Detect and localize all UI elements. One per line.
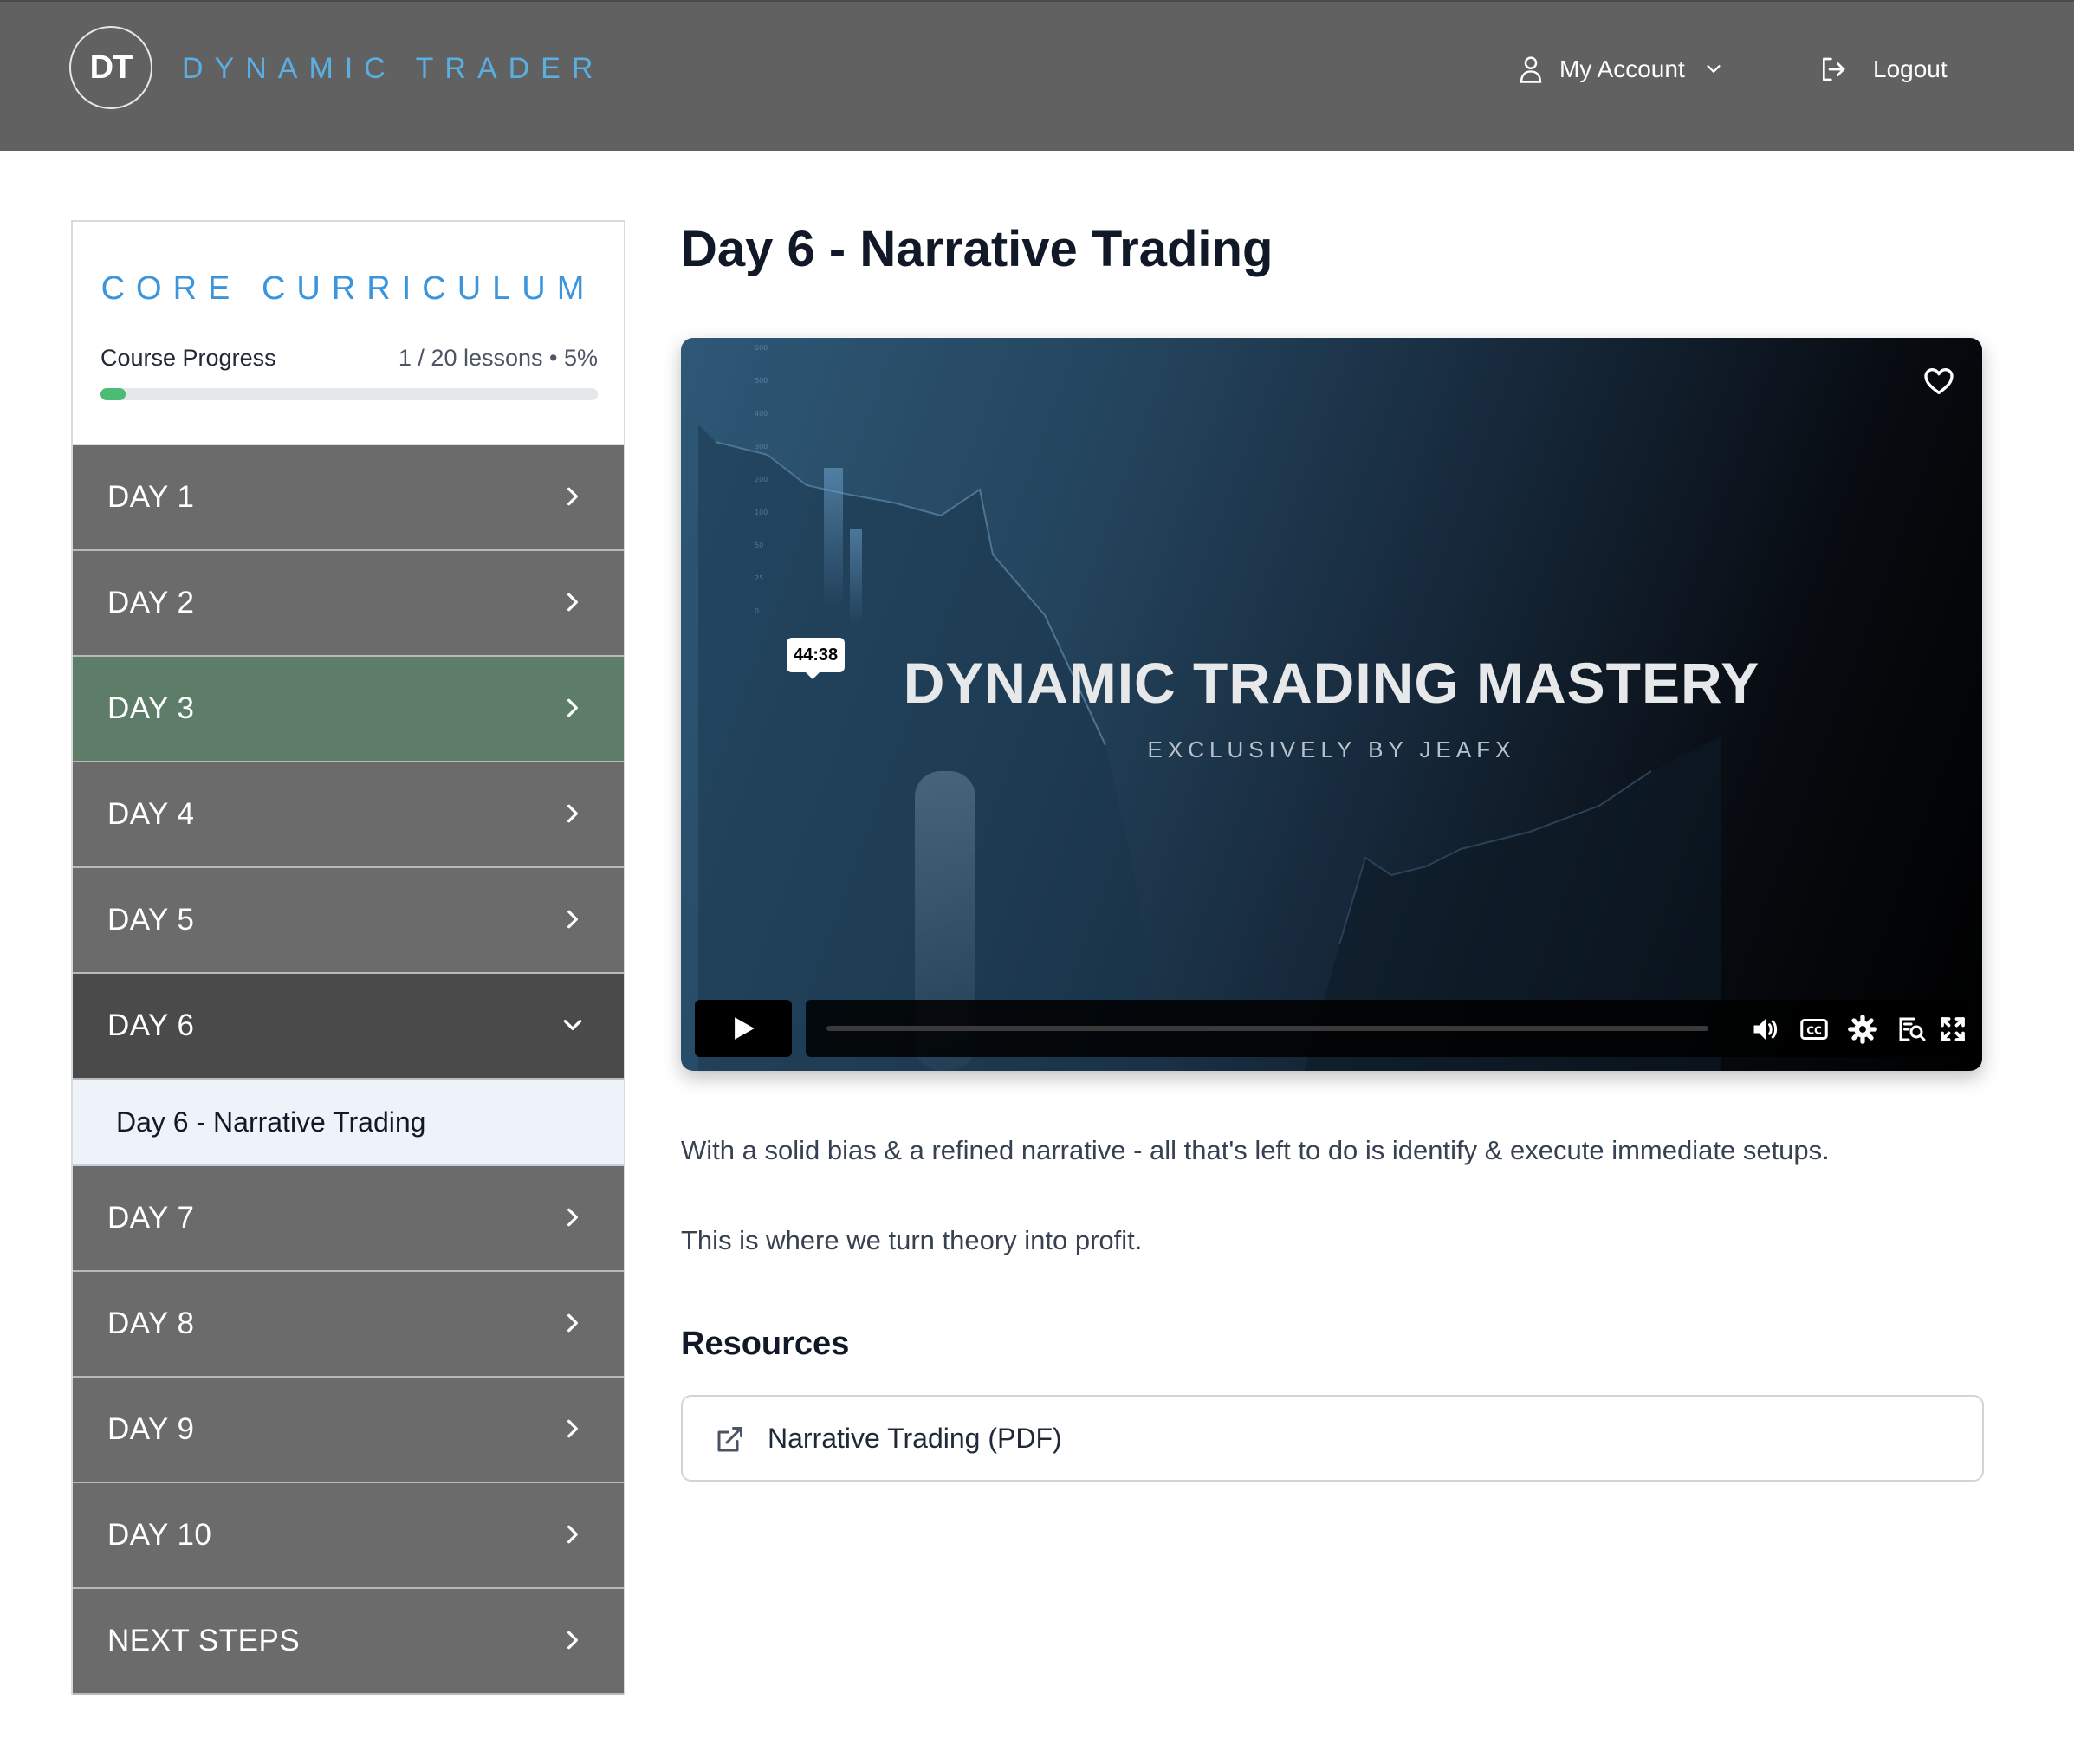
course-progress-label: Course Progress <box>100 345 276 371</box>
brand-name[interactable]: DYNAMIC TRADER <box>182 52 604 86</box>
day-label: NEXT STEPS <box>107 1624 301 1657</box>
sidebar-header: CORE CURRICULUM Course Progress 1 / 20 l… <box>73 222 624 445</box>
chevron-down-icon <box>1707 65 1721 73</box>
day-label: DAY 8 <box>107 1307 195 1340</box>
sidebar-item-day-7[interactable]: DAY 7 <box>73 1166 624 1272</box>
video-title: DYNAMIC TRADING MASTERY <box>903 651 1760 715</box>
svg-text:600: 600 <box>755 344 768 352</box>
curriculum-title: CORE CURRICULUM <box>100 270 596 307</box>
page-title: Day 6 - Narrative Trading <box>681 221 1274 277</box>
user-icon <box>1520 56 1542 83</box>
video-duration-tooltip: 44:38 <box>787 638 846 679</box>
sidebar-item-next-steps[interactable]: NEXT STEPS <box>73 1589 624 1695</box>
chevron-right-icon <box>567 593 578 612</box>
day-label: DAY 6 <box>107 1008 195 1042</box>
logout-icon <box>1823 57 1845 81</box>
my-account-menu[interactable]: My Account <box>1518 50 1723 88</box>
play-icon <box>735 1017 755 1040</box>
svg-text:500: 500 <box>755 377 768 385</box>
svg-text:400: 400 <box>755 410 768 418</box>
settings-gear-icon[interactable] <box>1847 1014 1878 1045</box>
svg-text:25: 25 <box>755 574 763 582</box>
sidebar-item-day-6[interactable]: DAY 6 <box>73 974 624 1080</box>
svg-text:CC: CC <box>1806 1024 1822 1036</box>
logo[interactable]: DT <box>69 26 152 109</box>
course-progress-fill <box>100 388 126 400</box>
chevron-right-icon <box>567 1525 578 1544</box>
my-account-label: My Account <box>1559 55 1685 82</box>
lesson-description-1: With a solid bias & a refined narrative … <box>681 1135 1830 1165</box>
sidebar-item-day-10[interactable]: DAY 10 <box>73 1483 624 1589</box>
chevron-right-icon <box>567 804 578 823</box>
transcript-search-icon[interactable] <box>1896 1014 1927 1045</box>
sidebar-item-day-8[interactable]: DAY 8 <box>73 1272 624 1378</box>
chevron-down-icon <box>563 1020 582 1030</box>
svg-text:50: 50 <box>755 542 763 549</box>
video-subtitle: EXCLUSIVELY BY JEAFX <box>1147 736 1516 762</box>
day-label: DAY 1 <box>107 480 195 514</box>
lesson-label: Day 6 - Narrative Trading <box>116 1106 426 1138</box>
heart-icon[interactable] <box>1922 364 1956 399</box>
lesson-description-2: This is where we turn theory into profit… <box>681 1225 1143 1255</box>
course-progress-stats: 1 / 20 lessons • 5% <box>398 345 598 371</box>
external-link-icon <box>717 1427 742 1452</box>
svg-text:100: 100 <box>755 509 768 516</box>
video-scrubber[interactable] <box>826 1026 1708 1031</box>
chevron-right-icon <box>567 487 578 506</box>
resource-label: Narrative Trading (PDF) <box>768 1423 1062 1454</box>
sidebar-item-day-5[interactable]: DAY 5 <box>73 868 624 974</box>
sidebar-item-day-3[interactable]: DAY 3 <box>73 657 624 762</box>
day-label: DAY 9 <box>107 1412 195 1446</box>
sidebar-item-day-4[interactable]: DAY 4 <box>73 762 624 868</box>
sidebar-item-day-1[interactable]: DAY 1 <box>73 445 624 551</box>
svg-text:200: 200 <box>755 476 768 483</box>
fullscreen-icon[interactable] <box>1937 1014 1968 1045</box>
chevron-right-icon <box>567 910 578 929</box>
chevron-right-icon <box>567 1208 578 1227</box>
logout-label: Logout <box>1873 55 1948 82</box>
day-label: DAY 10 <box>107 1518 212 1552</box>
day-label: DAY 2 <box>107 586 195 619</box>
course-progress-bar <box>100 388 598 400</box>
lesson-item-active[interactable]: Day 6 - Narrative Trading <box>73 1080 624 1166</box>
video-controls: CC <box>695 1000 1968 1057</box>
curriculum-sidebar: CORE CURRICULUM Course Progress 1 / 20 l… <box>71 220 625 1695</box>
chevron-right-icon <box>567 698 578 717</box>
resource-link-pdf[interactable]: Narrative Trading (PDF) <box>681 1395 1984 1482</box>
sidebar-item-day-9[interactable]: DAY 9 <box>73 1378 624 1483</box>
chevron-right-icon <box>567 1631 578 1650</box>
top-navbar: DT DYNAMIC TRADER My Account Logout <box>0 0 2074 151</box>
volume-icon[interactable] <box>1750 1014 1781 1045</box>
day-label: DAY 5 <box>107 903 195 937</box>
chevron-right-icon <box>567 1419 578 1438</box>
day-label: DAY 7 <box>107 1201 195 1235</box>
sidebar-item-day-2[interactable]: DAY 2 <box>73 551 624 657</box>
day-label: DAY 3 <box>107 691 195 725</box>
closed-captions-icon[interactable]: CC <box>1799 1014 1830 1045</box>
chevron-right-icon <box>567 1313 578 1333</box>
day-label: DAY 4 <box>107 797 195 831</box>
video-player[interactable]: 600 500 400 300 200 100 50 25 0 DYNAMIC TRADING … <box>681 338 1982 1071</box>
logo-initials: DT <box>89 49 133 86</box>
svg-text:0: 0 <box>755 607 759 615</box>
resources-heading: Resources <box>681 1326 850 1362</box>
svg-text:300: 300 <box>755 443 768 451</box>
logout-button[interactable]: Logout <box>1819 50 1948 88</box>
control-bar: CC <box>806 1000 1968 1057</box>
play-button[interactable] <box>695 1000 792 1057</box>
